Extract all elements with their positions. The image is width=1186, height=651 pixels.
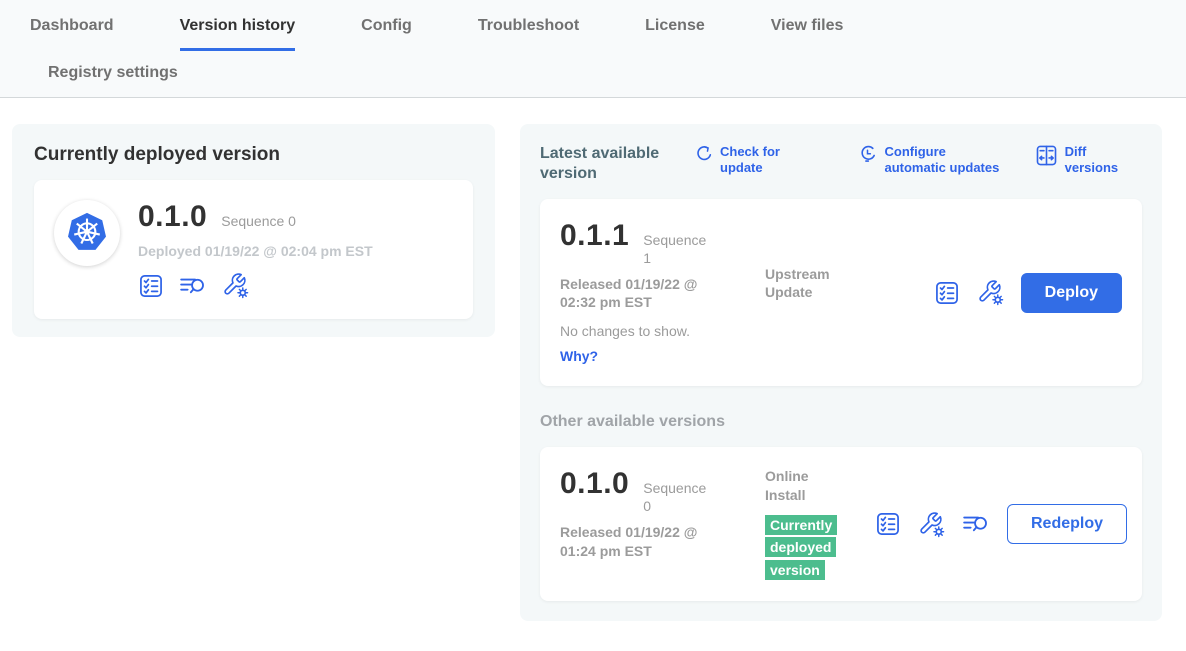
nav-row-1: Dashboard Version history Config Trouble… bbox=[0, 0, 1186, 51]
config-icon[interactable] bbox=[222, 272, 249, 299]
latest-sequence-label: Sequence 1 bbox=[643, 232, 711, 267]
other-released-timestamp: Released 01/19/22 @ 01:24 pm EST bbox=[560, 523, 732, 559]
config-icon[interactable] bbox=[918, 511, 945, 538]
redeploy-button[interactable]: Redeploy bbox=[1007, 504, 1127, 544]
release-notes-icon[interactable] bbox=[179, 273, 207, 299]
other-available-versions-title: Other available versions bbox=[540, 413, 1142, 431]
currently-deployed-badge: Currently deployed version bbox=[765, 515, 837, 580]
deployed-version-info: 0.1.0 Sequence 0 Deployed 01/19/22 @ 02:… bbox=[138, 200, 373, 299]
deploy-button[interactable]: Deploy bbox=[1021, 273, 1122, 313]
latest-available-title: Latest available version bbox=[540, 144, 688, 183]
currently-deployed-title: Currently deployed version bbox=[34, 144, 473, 166]
other-sequence-label: Sequence 0 bbox=[643, 480, 711, 515]
why-link[interactable]: Why? bbox=[560, 348, 598, 364]
preflight-checks-icon[interactable] bbox=[138, 273, 164, 299]
check-for-update-link[interactable]: Check for update bbox=[694, 144, 824, 175]
top-nav: Dashboard Version history Config Trouble… bbox=[0, 0, 1186, 98]
config-icon[interactable] bbox=[977, 279, 1004, 306]
deployed-version-number: 0.1.0 bbox=[138, 200, 207, 234]
tab-license[interactable]: License bbox=[645, 17, 705, 51]
diff-icon bbox=[1035, 144, 1058, 167]
kubernetes-logo bbox=[54, 200, 120, 266]
schedule-refresh-icon bbox=[858, 144, 877, 163]
latest-release-actions: Deploy bbox=[934, 273, 1122, 313]
other-release-card: 0.1.0 Sequence 0 Released 01/19/22 @ 01:… bbox=[540, 447, 1142, 601]
tab-version-history[interactable]: Version history bbox=[180, 17, 296, 51]
other-version-number: 0.1.0 bbox=[560, 467, 629, 501]
deployed-sequence-label: Sequence 0 bbox=[221, 213, 296, 229]
preflight-checks-icon[interactable] bbox=[934, 280, 960, 306]
currently-deployed-panel: Currently deployed version bbox=[12, 124, 495, 337]
tab-registry-settings[interactable]: Registry settings bbox=[48, 64, 178, 82]
nav-row-2: Registry settings bbox=[0, 51, 1186, 97]
release-notes-icon[interactable] bbox=[962, 511, 990, 537]
latest-released-timestamp: Released 01/19/22 @ 02:32 pm EST bbox=[560, 275, 732, 311]
check-for-update-label: Check for update bbox=[720, 144, 824, 175]
tab-config[interactable]: Config bbox=[361, 17, 412, 51]
no-changes-text: No changes to show. bbox=[560, 323, 765, 339]
preflight-checks-icon[interactable] bbox=[875, 511, 901, 537]
version-actions: Check for update Configure automatic upd… bbox=[694, 144, 1142, 175]
other-source-label: Online Install bbox=[765, 467, 847, 503]
tab-troubleshoot[interactable]: Troubleshoot bbox=[478, 17, 579, 51]
configure-automatic-updates-link[interactable]: Configure automatic updates bbox=[858, 144, 1000, 175]
latest-available-header: Latest available version Check for updat… bbox=[540, 144, 1142, 183]
other-release-actions: Redeploy bbox=[875, 504, 1127, 544]
main-content: Currently deployed version bbox=[0, 98, 1186, 651]
latest-release-card: 0.1.1 Sequence 1 Released 01/19/22 @ 02:… bbox=[540, 199, 1142, 386]
latest-version-number: 0.1.1 bbox=[560, 219, 629, 253]
configure-automatic-updates-label: Configure automatic updates bbox=[884, 144, 1000, 175]
tab-dashboard[interactable]: Dashboard bbox=[30, 17, 114, 51]
latest-source-label: Upstream Update bbox=[765, 265, 847, 301]
tab-view-files[interactable]: View files bbox=[771, 17, 844, 51]
deployed-version-card: 0.1.0 Sequence 0 Deployed 01/19/22 @ 02:… bbox=[34, 180, 473, 319]
refresh-icon bbox=[694, 144, 713, 163]
deployed-timestamp: Deployed 01/19/22 @ 02:04 pm EST bbox=[138, 243, 373, 259]
latest-available-panel: Latest available version Check for updat… bbox=[520, 124, 1162, 621]
diff-versions-link[interactable]: Diff versions bbox=[1035, 144, 1142, 175]
diff-versions-label: Diff versions bbox=[1065, 144, 1142, 175]
